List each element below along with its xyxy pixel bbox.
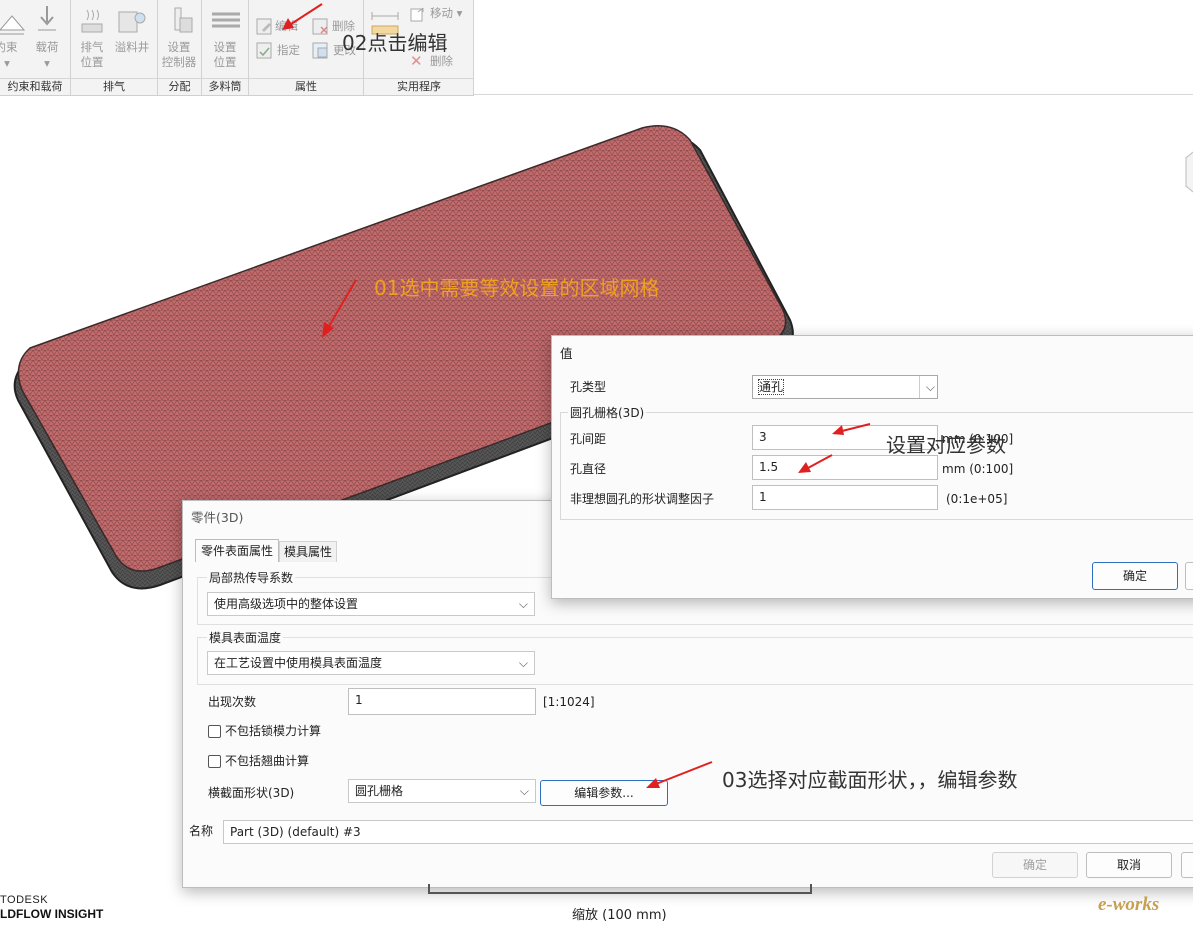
- logo-line1: TODESK: [0, 894, 49, 906]
- exclude-clamp-checkbox[interactable]: [208, 725, 221, 738]
- view-cube-icon[interactable]: [1180, 150, 1193, 194]
- overflow-well-button[interactable]: 溢料井: [112, 40, 152, 55]
- mold-temp-select[interactable]: 在工艺设置中使用模具表面温度 ⌵: [207, 651, 535, 675]
- annotation-02: 02点击编辑: [342, 31, 448, 55]
- annotation-arrow-02: [282, 3, 323, 30]
- exclude-warp-checkbox[interactable]: [208, 755, 221, 768]
- controller-icon[interactable]: [166, 4, 194, 39]
- annotation-arrow-04a: [832, 423, 871, 435]
- tab-mold-properties[interactable]: 模具属性: [279, 541, 338, 562]
- value-ok-button[interactable]: 确定: [1092, 562, 1178, 590]
- heat-transfer-select-value: 使用高级选项中的整体设置: [214, 597, 359, 611]
- cross-section-select[interactable]: 圆孔栅格 ⌵: [348, 779, 536, 803]
- set-controller-button[interactable]: 设置 控制器: [160, 40, 198, 70]
- annotation-arrow-01: [322, 279, 357, 338]
- set-position-button[interactable]: 设置 位置: [206, 40, 244, 70]
- ribbon-group-label: 多料筒: [202, 78, 248, 95]
- name-label: 名称: [189, 824, 214, 838]
- load-button[interactable]: 载荷: [32, 40, 62, 55]
- ribbon-group-label: 排气: [71, 78, 157, 95]
- chevron-down-icon: ⌵: [519, 784, 529, 798]
- annotation-arrow-04b: [798, 454, 833, 473]
- edit-icon[interactable]: [256, 18, 274, 39]
- annotation-03: 03选择对应截面形状，，编辑参数: [722, 768, 1018, 792]
- ribbon-group-label: 实用程序: [364, 78, 474, 95]
- constraint-icon[interactable]: [0, 8, 26, 39]
- heat-transfer-group-label: 局部热传导系数: [207, 570, 296, 586]
- vent-position-button[interactable]: 排气 位置: [76, 40, 108, 70]
- ribbon-group-label: 属性: [249, 78, 363, 95]
- shape-factor-label: 非理想圆孔的形状调整因子: [570, 492, 715, 506]
- annotation-arrow-03: [646, 761, 713, 788]
- delete-utility-button[interactable]: 删除: [430, 54, 460, 69]
- part-cancel-button[interactable]: 取消: [1086, 852, 1172, 878]
- tab-part-surface[interactable]: 零件表面属性: [195, 539, 280, 562]
- ribbon-border: [474, 94, 1193, 95]
- shape-factor-range: (0:1e+05]: [946, 492, 1008, 506]
- move-icon[interactable]: [410, 6, 426, 25]
- scale-bar: [428, 884, 812, 894]
- cross-section-label: 横截面形状(3D): [208, 786, 295, 800]
- annotation-04: 设置对应参数: [886, 433, 1006, 457]
- chevron-down-icon: ⌵: [518, 597, 528, 611]
- ribbon-separator: [473, 0, 474, 95]
- occurrence-range: [1:1024]: [543, 695, 595, 709]
- part-ok-button[interactable]: 确定: [992, 852, 1078, 878]
- hole-diameter-label: 孔直径: [570, 462, 607, 476]
- delete-utility-icon[interactable]: ✕: [410, 54, 423, 69]
- chevron-down-icon: ⌵: [918, 376, 935, 398]
- hole-diameter-input[interactable]: 1.5: [752, 455, 938, 480]
- hole-diameter-range: mm (0:100]: [942, 462, 1014, 476]
- vent-icon[interactable]: [78, 6, 106, 39]
- load-dropdown-icon[interactable]: ▾: [42, 56, 52, 71]
- ribbon-group-label: 约束和载荷: [0, 78, 70, 95]
- value-cancel-button[interactable]: [1185, 562, 1193, 590]
- dialog-title: 零件(3D): [191, 510, 244, 525]
- mold-temp-group-label: 模具表面温度: [207, 630, 284, 646]
- hole-type-label: 孔类型: [570, 380, 607, 394]
- hole-grid-group-label: 圆孔栅格(3D): [568, 405, 647, 421]
- name-input[interactable]: Part (3D) (default) #3: [223, 820, 1193, 844]
- dialog-title: 值: [560, 346, 573, 361]
- scale-label: 缩放 (100 mm): [572, 908, 667, 923]
- part-help-button[interactable]: [1181, 852, 1193, 878]
- occurrence-label: 出现次数: [208, 695, 257, 709]
- watermark-logo: e-works: [1098, 894, 1160, 915]
- shape-factor-input[interactable]: 1: [752, 485, 938, 510]
- heat-transfer-select[interactable]: 使用高级选项中的整体设置 ⌵: [207, 592, 535, 616]
- barrel-icon[interactable]: [210, 6, 242, 37]
- mold-temp-select-value: 在工艺设置中使用模具表面温度: [214, 656, 383, 670]
- load-icon[interactable]: [36, 4, 58, 37]
- assign-icon[interactable]: [256, 42, 274, 63]
- ribbon-group-label: 分配: [158, 78, 201, 95]
- hole-type-select-value: 通孔: [757, 379, 785, 395]
- logo-line2: LDFLOW INSIGHT: [0, 907, 104, 921]
- occurrence-input[interactable]: 1: [348, 688, 536, 715]
- exclude-clamp-label: 不包括锁模力计算: [225, 724, 322, 738]
- constraint-button[interactable]: 约束: [0, 40, 20, 55]
- move-button-label: 移动: [430, 6, 453, 20]
- constraint-dropdown-icon[interactable]: ▾: [2, 56, 12, 71]
- move-button[interactable]: 移动 ▾: [430, 6, 470, 21]
- annotation-01: 01选中需要等效设置的区域网格: [374, 276, 660, 300]
- assign-button[interactable]: 指定: [277, 43, 307, 58]
- exclude-warp-label: 不包括翘曲计算: [225, 754, 310, 768]
- cross-section-select-value: 圆孔栅格: [355, 784, 404, 798]
- value-dialog: 值 孔类型 通孔 ⌵ 圆孔栅格(3D) 孔间距 3 mm (0:100] 孔直径…: [551, 335, 1193, 599]
- hole-spacing-label: 孔间距: [570, 432, 607, 446]
- overflow-well-icon[interactable]: [116, 6, 146, 39]
- hole-type-select[interactable]: 通孔 ⌵: [752, 375, 938, 399]
- chevron-down-icon: ⌵: [518, 656, 528, 670]
- change-icon[interactable]: [312, 42, 330, 63]
